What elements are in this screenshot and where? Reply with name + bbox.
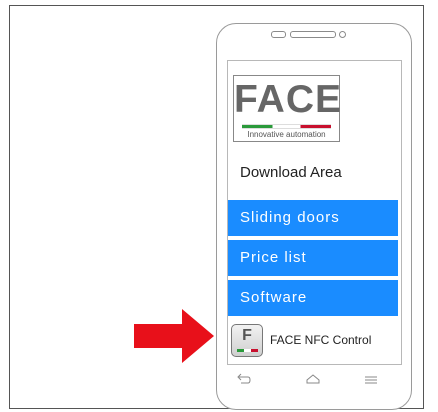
sliding-doors-button[interactable]: Sliding doors — [228, 200, 398, 236]
android-navbar — [228, 372, 398, 392]
menu-icon[interactable] — [364, 372, 378, 386]
red-arrow-icon — [134, 309, 214, 363]
sensor-icon — [271, 31, 286, 38]
software-button[interactable]: Software — [228, 280, 398, 316]
speaker-icon — [290, 31, 336, 38]
italian-flag-stripe — [242, 124, 331, 129]
price-list-button[interactable]: Price list — [228, 240, 398, 276]
logo-name: FACE — [234, 78, 343, 121]
face-nfc-control-label[interactable]: FACE NFC Control — [270, 333, 371, 347]
page-title: Download Area — [240, 164, 342, 181]
app-icon-letter: F — [242, 327, 252, 344]
face-nfc-control-app[interactable]: F FACE NFC Control — [229, 322, 399, 360]
back-icon[interactable] — [236, 372, 252, 386]
home-icon[interactable] — [305, 372, 321, 386]
camera-icon — [339, 31, 346, 38]
face-nfc-app-icon[interactable]: F — [231, 324, 263, 357]
app-icon-flag — [237, 349, 258, 352]
logo-tagline: Innovative automation — [247, 130, 326, 139]
face-logo: FACE Innovative automation — [233, 75, 343, 142]
